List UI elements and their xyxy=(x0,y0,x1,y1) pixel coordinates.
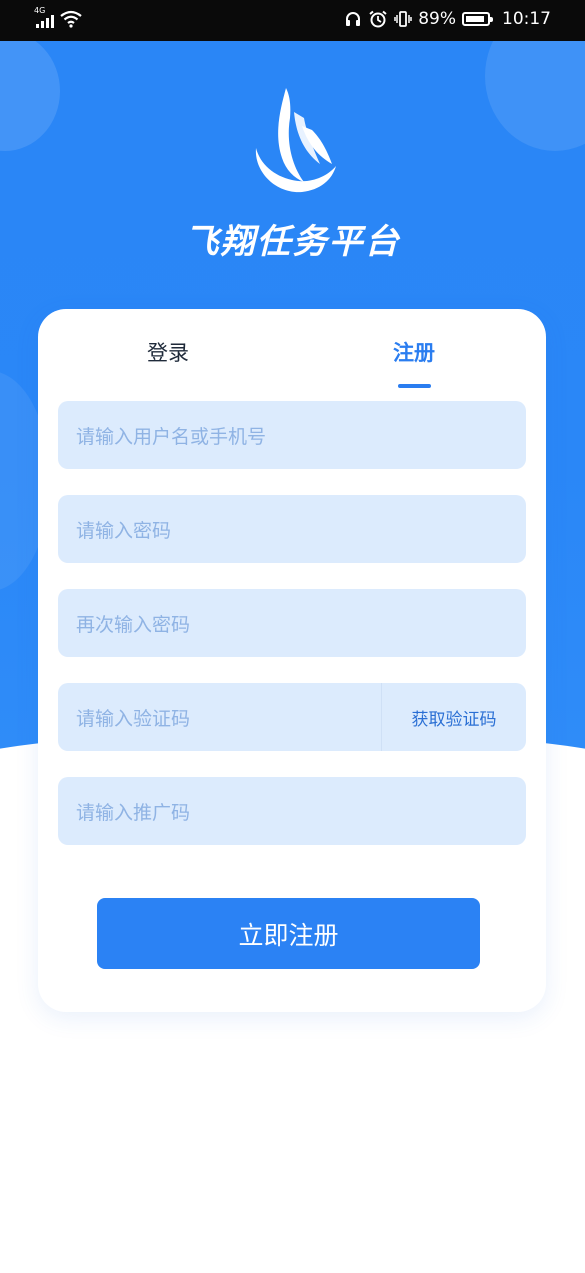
promo-code-placeholder: 请输入推广码 xyxy=(76,801,191,824)
verification-code-field[interactable]: 请输入验证码 获取验证码 xyxy=(58,683,526,751)
username-placeholder: 请输入用户名或手机号 xyxy=(76,425,267,448)
password-placeholder: 请输入密码 xyxy=(76,519,172,542)
cellular-signal-icon: 4G xyxy=(34,6,54,28)
wifi-icon xyxy=(60,10,82,28)
tab-login[interactable]: 登录 xyxy=(147,337,189,367)
register-button[interactable]: 立即注册 xyxy=(97,898,480,969)
confirm-password-field[interactable]: 再次输入密码 xyxy=(58,589,526,657)
confirm-password-placeholder: 再次输入密码 xyxy=(76,613,191,636)
clock: 10:17 xyxy=(502,9,551,29)
vibrate-icon xyxy=(394,11,412,27)
decor-circle xyxy=(485,41,585,151)
password-field[interactable]: 请输入密码 xyxy=(58,495,526,563)
status-bar: 4G 89% 10:17 xyxy=(0,0,585,41)
register-card: 登录 注册 请输入用户名或手机号 请输入密码 再次输入密码 请输入验证码 获取验… xyxy=(38,309,546,1012)
active-tab-indicator xyxy=(398,384,431,388)
battery-icon xyxy=(462,12,493,26)
app-title: 飞翔任务平台 xyxy=(184,222,401,262)
verification-code-placeholder: 请输入验证码 xyxy=(76,707,191,730)
username-field[interactable]: 请输入用户名或手机号 xyxy=(58,401,526,469)
headphones-icon xyxy=(346,12,361,26)
promo-code-field[interactable]: 请输入推广码 xyxy=(58,777,526,845)
battery-percent: 89% xyxy=(418,9,456,29)
tab-register[interactable]: 注册 xyxy=(393,337,435,367)
alarm-icon xyxy=(369,10,387,28)
decor-circle xyxy=(0,41,60,151)
wing-logo-icon xyxy=(255,88,336,193)
get-code-button[interactable]: 获取验证码 xyxy=(381,683,526,751)
